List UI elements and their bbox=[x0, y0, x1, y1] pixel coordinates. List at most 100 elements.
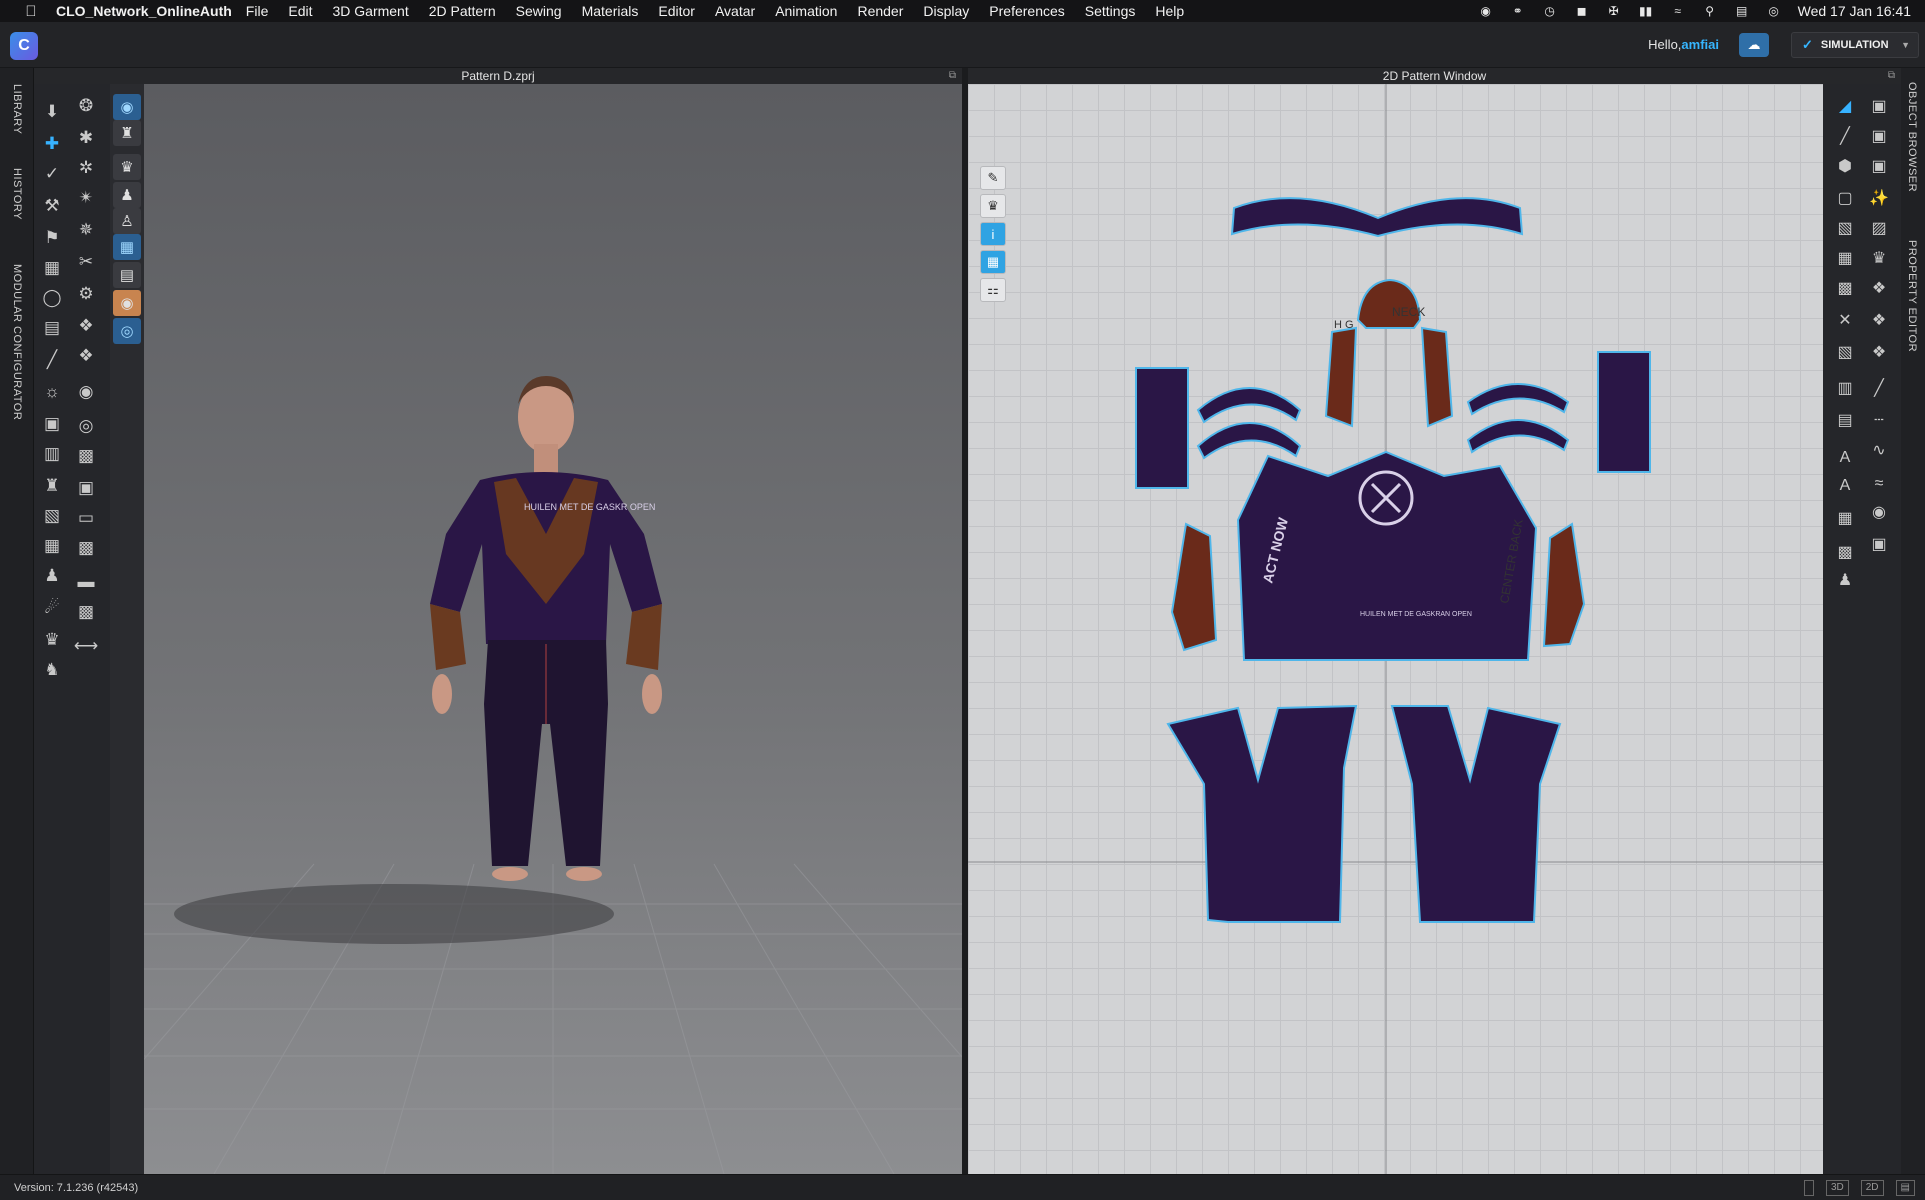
menu-render[interactable]: Render bbox=[857, 3, 903, 19]
buttonhole-icon[interactable]: ◎ bbox=[72, 412, 100, 440]
arrangement-point-icon[interactable]: ☄ bbox=[38, 594, 66, 622]
pattern-piece-body[interactable] bbox=[1236, 450, 1538, 661]
fold-arrange-icon[interactable]: ▦ bbox=[38, 532, 66, 560]
tab-history[interactable]: HISTORY bbox=[11, 168, 23, 220]
text-style-icon[interactable]: A bbox=[1831, 472, 1859, 500]
fabric-swatch-icon[interactable]: ▩ bbox=[72, 598, 100, 626]
menu-settings[interactable]: Settings bbox=[1085, 3, 1136, 19]
grid-icon[interactable]: ▩ bbox=[72, 534, 100, 562]
pattern-piece-collar-right[interactable] bbox=[1420, 326, 1454, 428]
menu-editor[interactable]: Editor bbox=[658, 3, 695, 19]
chevron-down-icon[interactable]: ▼ bbox=[1901, 40, 1910, 50]
time-machine-icon[interactable]: ◷ bbox=[1542, 4, 1558, 18]
user-greeting[interactable]: Hello,amfiai bbox=[1648, 37, 1719, 52]
battery-icon[interactable]: ▮▮ bbox=[1638, 4, 1654, 18]
trousers-icon[interactable]: ▧ bbox=[38, 502, 66, 530]
puckering-icon[interactable]: ◯ bbox=[38, 284, 66, 312]
shirt-icon[interactable]: ♜ bbox=[38, 472, 66, 500]
pattern-icon[interactable]: ❖ bbox=[72, 342, 100, 370]
length-icon[interactable]: ╱ bbox=[1865, 374, 1893, 402]
2d-transform-icon[interactable]: ◢ bbox=[1831, 92, 1859, 120]
graphic-icon[interactable]: ❖ bbox=[72, 312, 100, 340]
3d-panel-expand-icon[interactable]: ⧉ bbox=[949, 70, 956, 81]
polygon-icon[interactable]: ⬢ bbox=[1831, 152, 1859, 180]
menu-materials[interactable]: Materials bbox=[582, 3, 639, 19]
split-icon[interactable]: ⟷ bbox=[72, 632, 100, 660]
view-split-button[interactable] bbox=[1803, 1180, 1814, 1196]
arrange-icon[interactable]: ▭ bbox=[72, 504, 100, 532]
internal-line-icon[interactable]: ✨ bbox=[1865, 184, 1893, 212]
select-mesh-icon[interactable]: ✱ bbox=[72, 124, 100, 152]
spotlight-search-icon[interactable]: ⚲ bbox=[1702, 4, 1718, 18]
surface-view-icon[interactable]: ▤ bbox=[113, 262, 141, 288]
pattern-piece-side-left[interactable] bbox=[1170, 522, 1218, 652]
menu-file[interactable]: File bbox=[246, 3, 269, 19]
transform-icon[interactable]: ✚ bbox=[38, 130, 66, 158]
tab-object-browser[interactable]: OBJECT BROWSER bbox=[1906, 82, 1918, 192]
menu-avatar[interactable]: Avatar bbox=[715, 3, 755, 19]
show-avatar-icon[interactable]: ♟ bbox=[113, 182, 141, 208]
apple-icon[interactable]:  bbox=[16, 3, 46, 20]
tack-2d-icon[interactable]: ▧ bbox=[1831, 338, 1859, 366]
show-texture-icon[interactable]: ▦ bbox=[980, 250, 1006, 274]
brush-icon[interactable]: ✓ bbox=[38, 160, 66, 188]
avatar-icon[interactable]: ♟ bbox=[38, 562, 66, 590]
pattern-piece-side-right[interactable] bbox=[1542, 522, 1586, 648]
view-layout-button[interactable]: ▤ bbox=[1895, 1180, 1915, 1196]
pattern-piece-arc-right-bottom[interactable] bbox=[1466, 419, 1570, 454]
pattern-piece-neck[interactable] bbox=[1356, 278, 1422, 329]
zigzag-icon[interactable]: ∿ bbox=[1865, 436, 1893, 464]
stitch-icon[interactable]: ☼ bbox=[38, 378, 66, 406]
tab-library[interactable]: LIBRARY bbox=[11, 84, 23, 134]
pattern-piece-cuff-left[interactable] bbox=[1135, 367, 1189, 489]
fold-icon[interactable]: ✲ bbox=[72, 154, 100, 182]
cut-icon[interactable]: ✂ bbox=[72, 248, 100, 276]
show-garment-icon[interactable]: ♛ bbox=[113, 154, 141, 180]
trim-2d-icon[interactable]: ▩ bbox=[1831, 538, 1859, 566]
text-icon[interactable]: A bbox=[1831, 444, 1859, 472]
app-name-menu[interactable]: CLO_Network_OnlineAuth bbox=[56, 3, 232, 19]
clo-logo-icon[interactable]: C bbox=[10, 32, 38, 60]
record-icon[interactable]: ◉ bbox=[1478, 4, 1494, 18]
fold-2d-icon[interactable]: ▩ bbox=[1831, 274, 1859, 302]
bluetooth-icon[interactable]: ✠ bbox=[1606, 4, 1622, 18]
avatar-silhouette-icon[interactable]: ♙ bbox=[113, 208, 141, 234]
menubar-clock[interactable]: Wed 17 Jan 16:41 bbox=[1798, 3, 1911, 19]
creative-cloud-icon[interactable]: ⚭ bbox=[1510, 4, 1526, 18]
garment-2d-icon[interactable]: ♛ bbox=[1865, 244, 1893, 272]
free-sewing-icon[interactable]: ❖ bbox=[1865, 306, 1893, 334]
view-2d-button[interactable]: 2D bbox=[1860, 1180, 1884, 1196]
strengthen-icon[interactable]: ✵ bbox=[72, 216, 100, 244]
pattern-piece-cuff-right[interactable] bbox=[1597, 351, 1651, 473]
skin-view-icon[interactable]: ◉ bbox=[113, 290, 141, 316]
iron-icon[interactable]: ▨ bbox=[1865, 214, 1893, 242]
pattern-2d-icon[interactable]: ❖ bbox=[1865, 274, 1893, 302]
zipper-icon[interactable]: ▣ bbox=[38, 410, 66, 438]
stitch-2d-icon[interactable]: ┄ bbox=[1865, 406, 1893, 434]
menu-edit[interactable]: Edit bbox=[288, 3, 312, 19]
view-3d-button[interactable]: 3D bbox=[1825, 1180, 1849, 1196]
tab-modular-configurator[interactable]: MODULAR CONFIGURATOR bbox=[11, 264, 23, 420]
measure-tape-icon[interactable]: ▩ bbox=[72, 442, 100, 470]
3d-viewport[interactable]: HUILEN MET DE GASKR OPEN bbox=[144, 84, 962, 1174]
pattern-piece-arc-left-bottom[interactable] bbox=[1196, 422, 1302, 460]
display-garment-icon[interactable]: ♜ bbox=[113, 120, 141, 146]
2d-panel-expand-icon[interactable]: ⧉ bbox=[1888, 70, 1895, 81]
table-icon[interactable]: ▦ bbox=[1831, 504, 1859, 532]
wifi-icon[interactable]: ≈ bbox=[1670, 4, 1686, 18]
menu-2d-pattern[interactable]: 2D Pattern bbox=[429, 3, 496, 19]
tab-property-editor[interactable]: PROPERTY EDITOR bbox=[1906, 240, 1918, 352]
wave-icon[interactable]: ≈ bbox=[1865, 470, 1893, 498]
dart-icon[interactable]: ▧ bbox=[1831, 214, 1859, 242]
tack-icon[interactable]: ✴ bbox=[72, 184, 100, 212]
measure-icon[interactable]: ▦ bbox=[38, 254, 66, 282]
line-icon[interactable]: ╱ bbox=[38, 346, 66, 374]
pattern-piece-waistband[interactable] bbox=[1230, 197, 1524, 238]
garment-icon[interactable]: ⚒ bbox=[38, 192, 66, 220]
menu-help[interactable]: Help bbox=[1155, 3, 1184, 19]
button-2d-icon[interactable]: ◉ bbox=[1865, 498, 1893, 526]
layer-icon[interactable]: ♛ bbox=[38, 626, 66, 654]
control-center-icon[interactable]: ▤ bbox=[1734, 4, 1750, 18]
avatar-figure[interactable] bbox=[430, 376, 662, 881]
siri-icon[interactable]: ◎ bbox=[1766, 4, 1782, 18]
